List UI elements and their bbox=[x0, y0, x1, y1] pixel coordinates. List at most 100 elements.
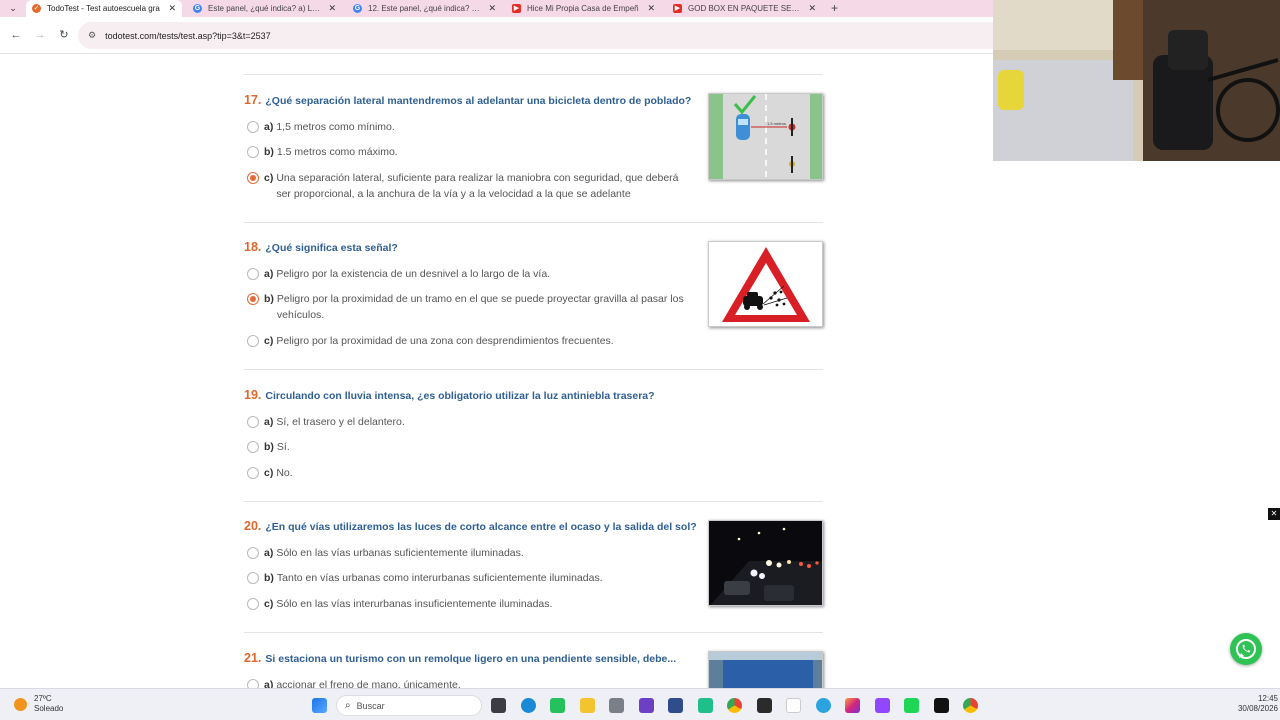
radio-button[interactable] bbox=[247, 121, 259, 133]
radio-button-selected[interactable] bbox=[247, 172, 259, 184]
question-19-option-c[interactable]: c) No. bbox=[247, 465, 293, 481]
back-arrow-icon[interactable]: ← bbox=[9, 28, 23, 42]
chrome-icon[interactable] bbox=[727, 698, 742, 713]
whatsapp-app-icon[interactable] bbox=[550, 698, 565, 713]
question-number: 17. bbox=[244, 93, 262, 107]
tab-search-icon[interactable]: ⌄ bbox=[6, 1, 20, 15]
question-19-title: 19. Circulando con lluvia intensa, ¿es ob… bbox=[244, 388, 655, 402]
question-20-option-b[interactable]: b) Tanto en vías urbanas como interurban… bbox=[247, 570, 603, 586]
site-info-icon[interactable]: ⚙ bbox=[88, 30, 96, 41]
tab-youtube-2[interactable]: ▶ GOD BOX EN PAQUETE SECRET ✕ bbox=[667, 0, 822, 17]
tab-google-panel-1[interactable]: G Este panel, ¿qué indica? a) La d ✕ bbox=[187, 0, 342, 17]
youtube-icon: ▶ bbox=[673, 4, 682, 13]
question-21-title: 21. Si estaciona un turismo con un remolq… bbox=[244, 651, 676, 665]
clock-date: 30/08/2026 bbox=[1237, 704, 1278, 713]
question-text: Circulando con lluvia intensa, ¿es oblig… bbox=[265, 390, 655, 402]
close-tab-icon[interactable]: ✕ bbox=[168, 3, 176, 14]
question-18-title: 18. ¿Qué significa esta señal? bbox=[244, 240, 398, 254]
tab-youtube-1[interactable]: ▶ Hice Mi Propia Casa de Empeñ ✕ bbox=[506, 0, 661, 17]
question-17-option-a[interactable]: a) 1,5 metros como mínimo. bbox=[247, 119, 395, 135]
url-text[interactable]: todotest.com/tests/test.asp?tip=3&t=2537 bbox=[105, 31, 271, 41]
sun-icon bbox=[14, 697, 27, 711]
new-tab-button[interactable]: + bbox=[831, 1, 838, 15]
app-icon[interactable] bbox=[757, 698, 772, 713]
file-explorer-icon[interactable] bbox=[580, 698, 595, 713]
radio-button[interactable] bbox=[247, 467, 259, 479]
rtve-icon[interactable] bbox=[786, 698, 801, 713]
gravel-warning-sign-icon bbox=[722, 247, 810, 322]
question-text: ¿Qué separación lateral mantendremos al … bbox=[265, 95, 692, 107]
svg-text:1,5 metros: 1,5 metros bbox=[767, 121, 786, 126]
whatsapp-icon[interactable] bbox=[1230, 633, 1262, 665]
trailer-slope-photo bbox=[709, 652, 822, 688]
task-view-icon[interactable] bbox=[491, 698, 506, 713]
system-clock[interactable]: 12:45 30/08/2026 bbox=[1226, 694, 1278, 714]
question-20-option-a[interactable]: a) Sólo en las vías urbanas suficienteme… bbox=[247, 545, 524, 561]
question-17-title: 17. ¿Qué separación lateral mantendremos … bbox=[244, 93, 691, 107]
question-number: 20. bbox=[244, 519, 262, 533]
browser-tab-bar: ⌄ ✓ TodoTest - Test autoescuela gra ✕ G … bbox=[0, 0, 993, 17]
radio-button[interactable] bbox=[247, 441, 259, 453]
weather-temperature: 27ºC bbox=[34, 694, 52, 703]
forward-arrow-icon[interactable]: → bbox=[33, 28, 47, 42]
question-number: 21. bbox=[244, 651, 262, 665]
edge-icon[interactable] bbox=[521, 698, 536, 713]
question-18-image bbox=[708, 241, 823, 327]
radio-button[interactable] bbox=[247, 547, 259, 559]
question-17-option-c[interactable]: c) Una separación lateral, suficiente pa… bbox=[247, 170, 692, 202]
search-placeholder: Buscar bbox=[356, 700, 385, 711]
question-divider bbox=[244, 369, 823, 370]
youtube-icon: ▶ bbox=[512, 4, 521, 13]
close-tab-icon[interactable]: ✕ bbox=[647, 3, 655, 14]
store-icon[interactable] bbox=[668, 698, 683, 713]
question-18-option-a[interactable]: a) Peligro por la existencia de un desni… bbox=[247, 266, 550, 282]
question-21-image bbox=[708, 651, 823, 688]
url-bar[interactable]: ⚙ todotest.com/tests/test.asp?tip=3&t=25… bbox=[78, 22, 993, 49]
radio-button[interactable] bbox=[247, 679, 259, 688]
radio-button-selected[interactable] bbox=[247, 293, 259, 305]
windows-taskbar: 27ºC Soleado ⌕ Buscar 12:45 30/08/2026 bbox=[0, 688, 1280, 720]
tiktok-icon[interactable] bbox=[934, 698, 949, 713]
close-tab-icon[interactable]: ✕ bbox=[328, 3, 336, 14]
radio-button[interactable] bbox=[247, 416, 259, 428]
weather-widget[interactable]: 27ºC Soleado bbox=[14, 694, 63, 714]
question-text: ¿En qué vías utilizaremos las luces de c… bbox=[265, 521, 697, 533]
search-icon: ⌕ bbox=[345, 700, 351, 711]
address-toolbar: ← → ↻ ⚙ todotest.com/tests/test.asp?tip=… bbox=[0, 17, 993, 54]
close-tab-icon[interactable]: ✕ bbox=[808, 3, 816, 14]
question-17-option-b[interactable]: b) 1.5 metros como máximo. bbox=[247, 144, 398, 160]
webcam-room-image bbox=[993, 0, 1280, 161]
radio-button[interactable] bbox=[247, 268, 259, 280]
question-text: ¿Qué significa esta señal? bbox=[265, 242, 398, 254]
taskbar-search[interactable]: ⌕ Buscar bbox=[336, 695, 482, 716]
question-divider bbox=[244, 632, 823, 633]
chrome-active-icon[interactable] bbox=[963, 698, 978, 713]
app-icon[interactable] bbox=[698, 698, 713, 713]
google-icon: G bbox=[353, 4, 362, 13]
tab-google-panel-2[interactable]: G 12. Este panel, ¿qué indica? a) d ✕ bbox=[347, 0, 502, 17]
kick-icon[interactable] bbox=[904, 698, 919, 713]
tab-todotest[interactable]: ✓ TodoTest - Test autoescuela gra ✕ bbox=[26, 0, 182, 17]
close-overlay-icon[interactable]: ✕ bbox=[1268, 508, 1280, 520]
windows-start-icon[interactable] bbox=[312, 698, 327, 713]
question-17-image: 1,5 metros bbox=[708, 93, 823, 180]
google-icon: G bbox=[193, 4, 202, 13]
question-21-option-a[interactable]: a) accionar el freno de mano, únicamente… bbox=[247, 677, 461, 688]
question-20-option-c[interactable]: c) Sólo en las vías interurbanas insufic… bbox=[247, 596, 552, 612]
radio-button[interactable] bbox=[247, 335, 259, 347]
question-19-option-a[interactable]: a) Sí, el trasero y el delantero. bbox=[247, 414, 405, 430]
radio-button[interactable] bbox=[247, 572, 259, 584]
radio-button[interactable] bbox=[247, 146, 259, 158]
twitch-icon[interactable] bbox=[875, 698, 890, 713]
clipchamp-icon[interactable] bbox=[639, 698, 654, 713]
close-tab-icon[interactable]: ✕ bbox=[488, 3, 496, 14]
question-18-option-c[interactable]: c) Peligro por la proximidad de una zona… bbox=[247, 333, 614, 349]
instagram-icon[interactable] bbox=[845, 698, 860, 713]
radio-button[interactable] bbox=[247, 598, 259, 610]
reload-icon[interactable]: ↻ bbox=[57, 28, 71, 42]
telegram-icon[interactable] bbox=[816, 698, 831, 713]
question-19-option-b[interactable]: b) Sí. bbox=[247, 439, 290, 455]
question-18-option-b[interactable]: b) Peligro por la proximidad de un tramo… bbox=[247, 291, 695, 323]
app-icon[interactable] bbox=[609, 698, 624, 713]
question-divider bbox=[244, 74, 823, 75]
